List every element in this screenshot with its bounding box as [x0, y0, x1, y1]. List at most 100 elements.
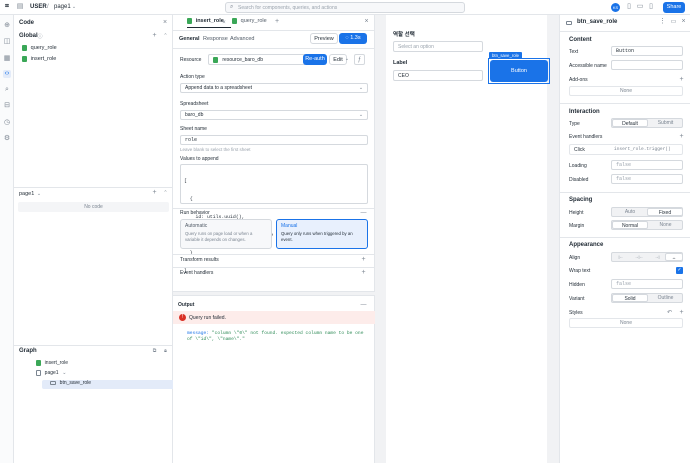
- history-icon[interactable]: ◷: [3, 119, 11, 127]
- hidden-input[interactable]: false: [611, 279, 683, 289]
- margin-option-none[interactable]: None: [648, 221, 682, 229]
- spreadsheet-select[interactable]: baro_db: [180, 110, 368, 120]
- text-input[interactable]: Button: [611, 46, 683, 56]
- close-icon[interactable]: ×: [161, 19, 169, 27]
- chevron-down-icon[interactable]: ⌄: [62, 370, 66, 376]
- label-input[interactable]: CEO: [393, 70, 483, 81]
- graph-title: Graph: [19, 348, 37, 354]
- settings-icon[interactable]: ⚙: [3, 135, 11, 143]
- align-left-option[interactable]: |←: [612, 253, 630, 261]
- sheet-name-label: Sheet name: [180, 126, 207, 132]
- chevron-down-icon[interactable]: ⌄: [71, 3, 77, 11]
- sheet-name-input[interactable]: role: [180, 135, 368, 145]
- add-icon[interactable]: +: [360, 256, 367, 264]
- graph-node[interactable]: page1 ⌄: [36, 370, 156, 379]
- add-icon[interactable]: +: [678, 309, 685, 317]
- list-item[interactable]: query_role: [22, 45, 162, 54]
- resource-code-button[interactable]: ƒ: [354, 54, 365, 65]
- chevron-down-icon[interactable]: ⌄: [344, 55, 350, 63]
- info-icon: ⓘ: [37, 34, 43, 40]
- align-stretch-option[interactable]: ↔: [665, 253, 682, 261]
- height-option-auto[interactable]: Auto: [612, 208, 648, 216]
- page-selector[interactable]: page1: [54, 4, 71, 10]
- preview-button[interactable]: Preview: [310, 33, 338, 44]
- action-type-select[interactable]: Append data to a spreadsheet: [180, 83, 368, 93]
- type-option-default[interactable]: Default: [612, 119, 648, 127]
- panel-left-icon[interactable]: ▯: [625, 3, 633, 11]
- align-toggle[interactable]: |← →|← →| ↔: [611, 252, 683, 262]
- chevron-down-icon[interactable]: ⌄: [36, 190, 42, 198]
- align-center-option[interactable]: →|←: [630, 253, 648, 261]
- close-icon[interactable]: ×: [221, 19, 227, 27]
- sidebar-toggle-icon[interactable]: ▤: [16, 3, 24, 11]
- subtab-response[interactable]: Response: [203, 36, 228, 42]
- run-button[interactable]: ◌ 1.3s: [339, 33, 367, 44]
- search-tree-icon[interactable]: ⌕: [3, 86, 11, 94]
- search-placeholder: Search for components, queries, and acti…: [238, 5, 338, 11]
- collapse-icon[interactable]: —: [360, 209, 367, 217]
- reauth-button[interactable]: Re-auth: [303, 54, 327, 65]
- margin-option-normal[interactable]: Normal: [612, 221, 648, 229]
- add-icon[interactable]: +: [678, 76, 685, 84]
- wrap-text-checkbox[interactable]: ✓: [676, 267, 683, 274]
- run-behavior-automatic[interactable]: Automatic Query runs on page load or whe…: [180, 219, 272, 249]
- event-handler-row[interactable]: Click insert_role.trigger(): [569, 144, 683, 155]
- align-right-option[interactable]: →|: [648, 253, 666, 261]
- add-icon[interactable]: +: [678, 133, 685, 141]
- expand-icon[interactable]: ⧉: [151, 347, 158, 355]
- subtab-advanced[interactable]: Advanced: [230, 36, 254, 42]
- resource-select[interactable]: resource_baro_db: [208, 54, 306, 65]
- loading-input[interactable]: false: [611, 160, 683, 170]
- lock-icon[interactable]: 🔒︎: [162, 347, 169, 355]
- list-item[interactable]: insert_role: [22, 56, 162, 65]
- page-section-label[interactable]: page1: [19, 191, 34, 197]
- close-panel-icon[interactable]: ×: [363, 18, 370, 26]
- list-item-label: query_role: [30, 45, 57, 51]
- state-icon[interactable]: ⊟: [3, 102, 11, 110]
- docs-icon[interactable]: ▭: [670, 18, 677, 26]
- global-search[interactable]: ⌕ Search for components, queries, and ac…: [225, 2, 465, 13]
- variant-option-outline[interactable]: Outline: [648, 294, 682, 302]
- inspector-title[interactable]: btn_save_role: [577, 19, 617, 25]
- variant-toggle[interactable]: Solid Outline: [611, 293, 683, 303]
- subtab-general[interactable]: General: [179, 36, 199, 42]
- event-handlers-label[interactable]: Event handlers: [180, 270, 213, 276]
- code-icon[interactable]: ‹›: [3, 70, 11, 78]
- panel-right-icon[interactable]: ▯: [647, 3, 655, 11]
- run-behavior-manual[interactable]: Manual Query only runs when triggered by…: [276, 219, 368, 249]
- add-tab-icon[interactable]: +: [274, 18, 280, 26]
- type-toggle[interactable]: Default Submit: [611, 118, 683, 128]
- margin-toggle[interactable]: Normal None: [611, 220, 683, 230]
- tab-query-role[interactable]: query_role: [232, 18, 272, 28]
- app-title[interactable]: USER: [30, 4, 47, 10]
- type-option-submit[interactable]: Submit: [648, 119, 682, 127]
- variant-option-solid[interactable]: Solid: [612, 294, 648, 302]
- close-icon[interactable]: ×: [680, 18, 687, 26]
- outline-icon[interactable]: ◫: [3, 38, 11, 46]
- avatar[interactable]: KS: [611, 3, 620, 12]
- save-role-button[interactable]: Button: [490, 60, 548, 82]
- graph-node-selected[interactable]: btn_save_role: [42, 380, 184, 389]
- add-icon[interactable]: +: [151, 32, 158, 40]
- collapse-icon[interactable]: ⌃: [162, 189, 169, 197]
- accessible-name-input[interactable]: [611, 60, 683, 70]
- retool-logo-icon[interactable]: ⌗: [3, 3, 11, 11]
- height-toggle[interactable]: Auto Fixed: [611, 207, 683, 217]
- disabled-input[interactable]: false: [611, 174, 683, 184]
- components-icon[interactable]: ▦: [3, 55, 11, 63]
- add-icon[interactable]: +: [360, 269, 367, 277]
- transform-results-label[interactable]: Transform results: [180, 257, 219, 263]
- add-icon[interactable]: +: [151, 189, 158, 197]
- reset-icon[interactable]: ↶: [666, 309, 673, 317]
- share-button[interactable]: Share: [663, 2, 685, 13]
- collapse-icon[interactable]: ⌃: [162, 32, 169, 40]
- graph-node-label: insert_role: [44, 360, 69, 366]
- more-icon[interactable]: ⋮: [659, 18, 666, 26]
- role-select[interactable]: Select an option: [393, 41, 483, 52]
- height-option-fixed[interactable]: Fixed: [647, 208, 682, 216]
- panel-bottom-icon[interactable]: ▭: [636, 3, 644, 11]
- values-code-editor[interactable]: [ { id: utils.uuid(), name: input_role_n…: [180, 164, 368, 274]
- collapse-icon[interactable]: —: [360, 301, 367, 309]
- graph-node[interactable]: insert_role: [36, 360, 156, 369]
- add-component-icon[interactable]: ⊕: [3, 22, 11, 30]
